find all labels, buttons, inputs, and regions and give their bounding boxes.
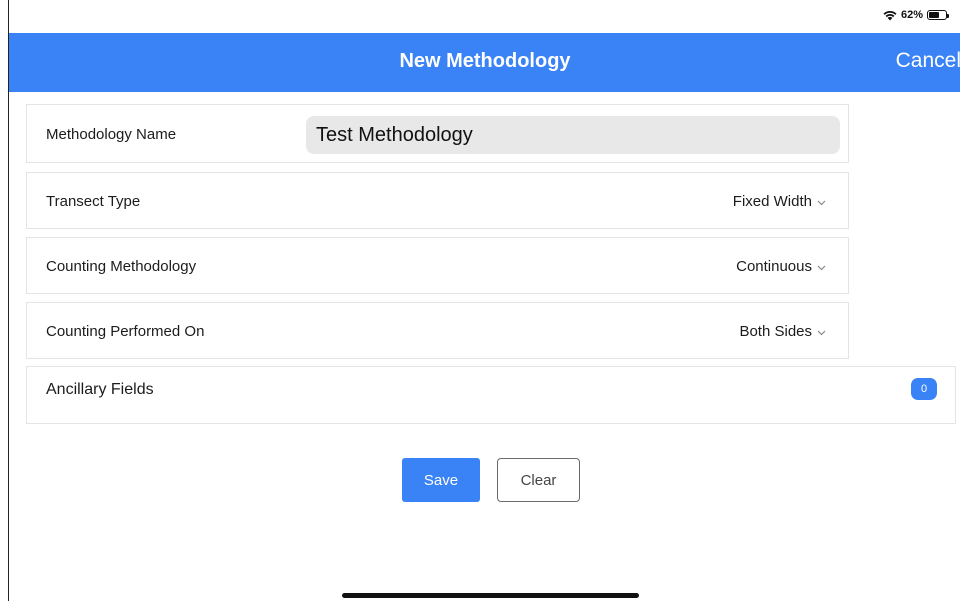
wifi-icon (883, 10, 897, 21)
battery-level (929, 12, 939, 18)
navigation-bar: New Methodology Cancel (9, 33, 960, 92)
counting-performed-on-label: Counting Performed On (46, 323, 205, 340)
chevron-down-icon (817, 323, 826, 340)
chevron-down-icon (817, 193, 826, 210)
counting-performed-on-value: Both Sides (739, 323, 812, 340)
transect-type-row[interactable]: Transect Type Fixed Width (26, 172, 849, 229)
transect-type-label: Transect Type (46, 193, 141, 210)
home-indicator[interactable] (342, 593, 639, 598)
counting-performed-on-row[interactable]: Counting Performed On Both Sides (26, 302, 849, 359)
methodology-name-label: Methodology Name (46, 126, 177, 143)
methodology-name-input[interactable]: Test Methodology (306, 116, 840, 154)
counting-methodology-select[interactable]: Continuous (736, 258, 826, 275)
page-title: New Methodology (399, 50, 571, 72)
counting-methodology-label: Counting Methodology (46, 258, 197, 275)
clear-button[interactable]: Clear (497, 458, 580, 502)
counting-methodology-row[interactable]: Counting Methodology Continuous (26, 237, 849, 294)
counting-performed-on-select[interactable]: Both Sides (739, 323, 826, 340)
save-button[interactable]: Save (402, 458, 480, 502)
ancillary-fields-row[interactable]: Ancillary Fields 0 (26, 366, 956, 424)
battery-percent: 62% (900, 9, 923, 21)
ancillary-fields-count-badge: 0 (911, 378, 937, 400)
app-frame: 62% New Methodology Cancel Methodology N… (8, 0, 960, 601)
battery-icon (927, 10, 949, 20)
chevron-down-icon (817, 258, 826, 275)
counting-methodology-value: Continuous (736, 258, 812, 275)
status-indicators: 62% (883, 9, 949, 21)
transect-type-select[interactable]: Fixed Width (733, 193, 826, 210)
methodology-name-row: Methodology Name Test Methodology (26, 104, 849, 163)
transect-type-value: Fixed Width (732, 193, 812, 210)
status-bar: 62% (9, 0, 960, 33)
cancel-button[interactable]: Cancel (896, 49, 960, 73)
ancillary-fields-label: Ancillary Fields (46, 381, 154, 398)
